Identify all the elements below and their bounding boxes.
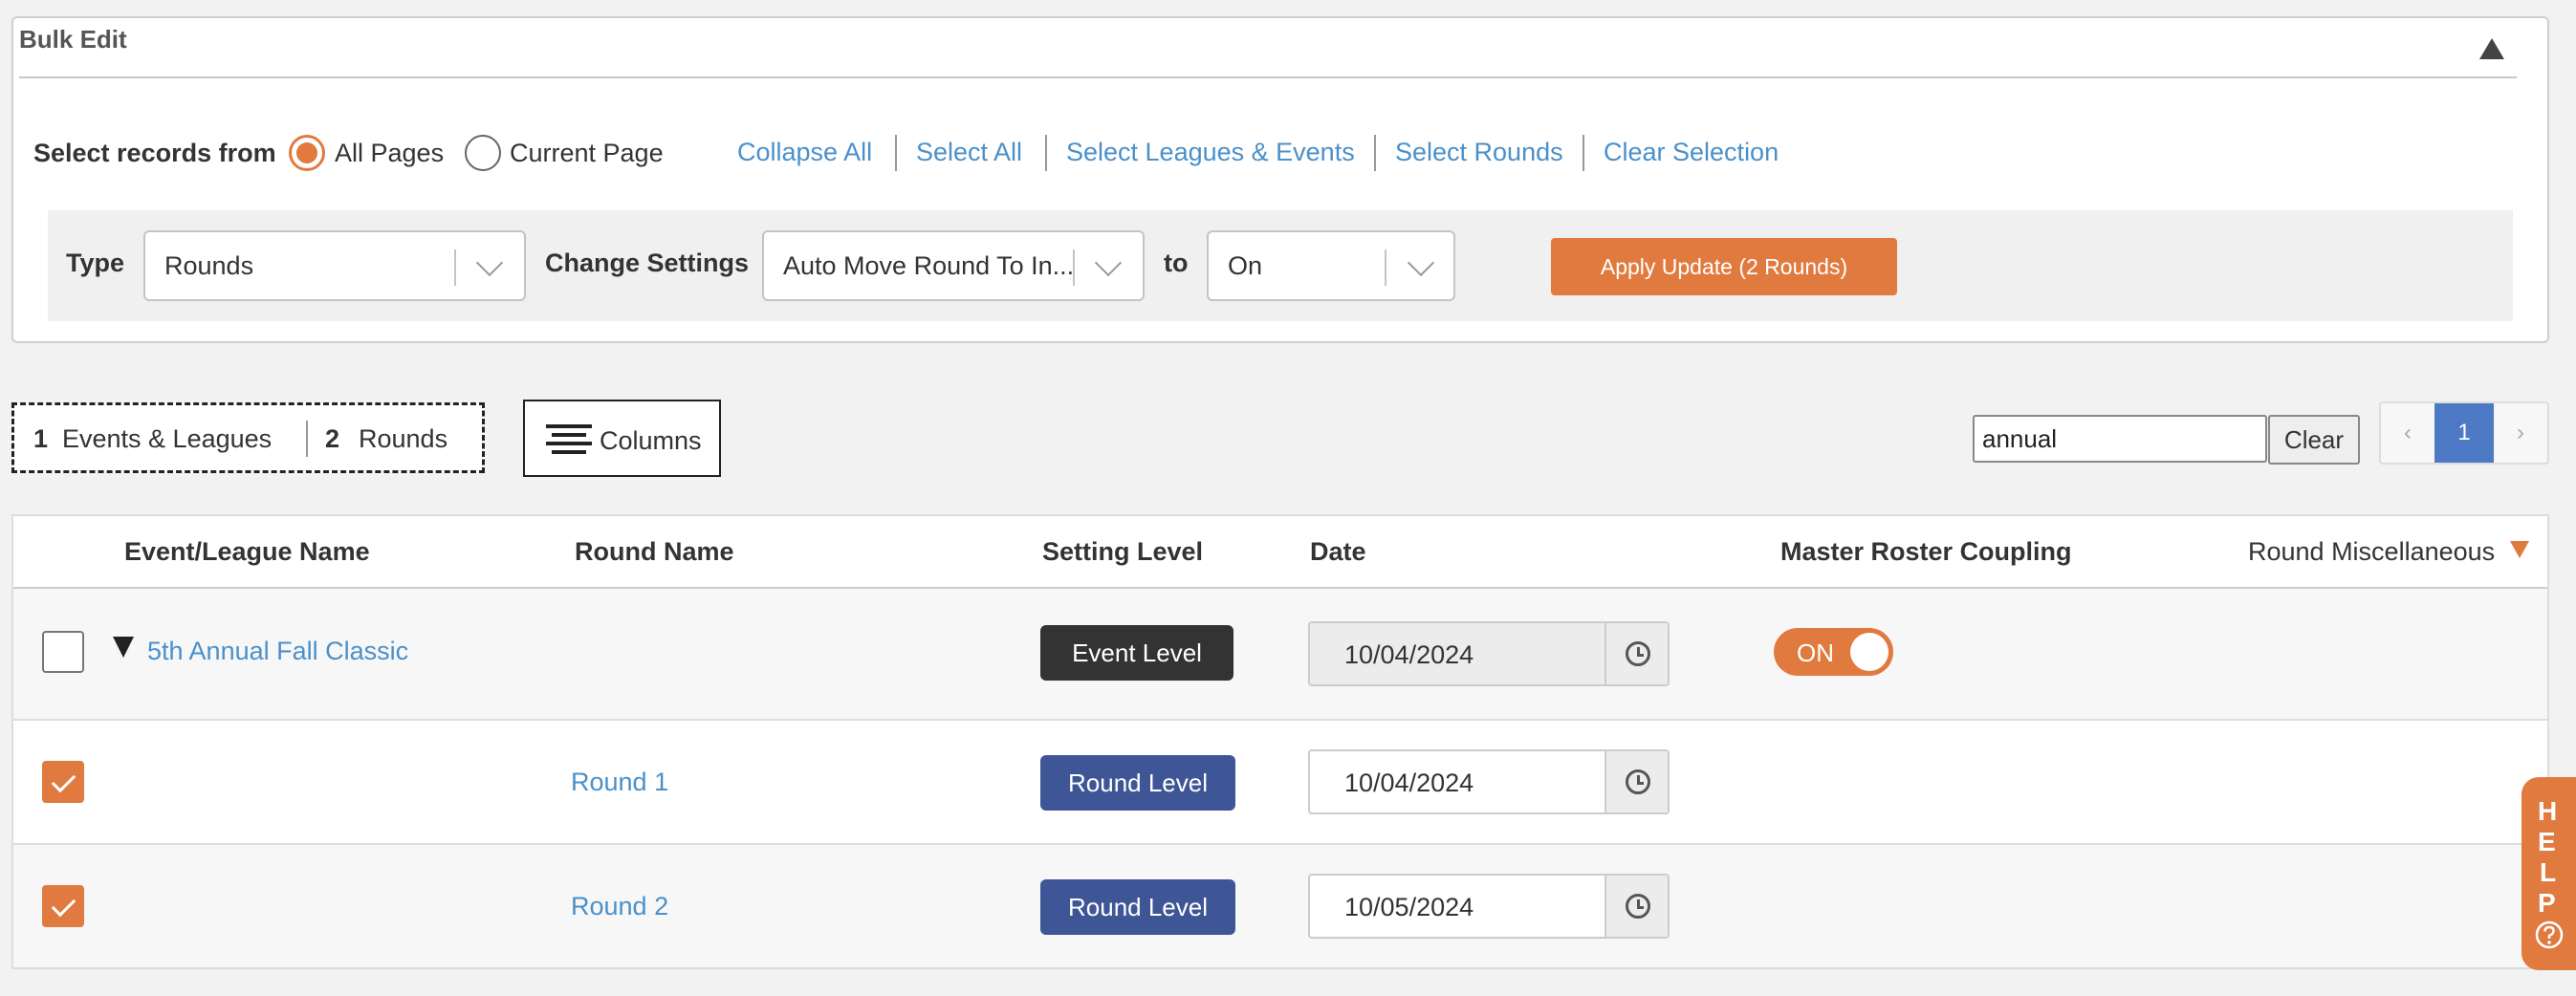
collapse-all-link[interactable]: Collapse All [737, 138, 872, 167]
prev-page-button[interactable]: ‹ [2381, 403, 2434, 463]
toggle-label: ON [1797, 639, 1834, 667]
type-select-value: Rounds [164, 251, 254, 280]
radio-all-pages-label[interactable]: All Pages [335, 139, 444, 168]
clock-button[interactable] [1605, 876, 1668, 937]
select-separator [1385, 249, 1386, 286]
link-separator [1374, 135, 1376, 171]
row-checkbox[interactable] [42, 885, 84, 927]
rounds-label: Rounds [359, 424, 448, 453]
columns-button[interactable]: Columns [523, 400, 721, 477]
select-rounds-link[interactable]: Select Rounds [1395, 138, 1563, 167]
chevron-down-icon [475, 249, 504, 277]
date-field[interactable]: 10/05/2024 [1308, 874, 1670, 939]
change-settings-select[interactable]: Auto Move Round To In... [762, 230, 1145, 301]
clock-icon [1626, 769, 1650, 794]
th-setting-level[interactable]: Setting Level [1042, 537, 1203, 567]
selection-summary: 1 Events & Leagues 2 Rounds [11, 402, 485, 473]
bulk-edit-title: Bulk Edit [19, 25, 127, 54]
rounds-count: 2 [325, 424, 340, 453]
th-round-miscellaneous[interactable]: Round Miscellaneous [2248, 537, 2495, 567]
search-input[interactable] [1973, 415, 2267, 463]
event-name-link[interactable]: 5th Annual Fall Classic [147, 637, 408, 666]
date-value: 10/05/2024 [1344, 893, 1474, 921]
select-separator [454, 249, 456, 286]
round-level-badge: Round Level [1040, 755, 1235, 811]
radio-current-page[interactable] [465, 135, 501, 171]
summary-separator [306, 421, 308, 457]
link-separator [1583, 135, 1584, 171]
radio-all-pages[interactable] [289, 135, 325, 171]
date-field[interactable]: 10/04/2024 [1308, 749, 1670, 814]
clear-search-button[interactable]: Clear [2268, 415, 2360, 465]
to-label: to [1164, 249, 1189, 277]
type-select[interactable]: Rounds [143, 230, 526, 301]
table-row: Round 2 Round Level 10/05/2024 [13, 845, 2547, 967]
expand-triangle-icon[interactable] [113, 637, 134, 658]
divider [19, 76, 2517, 78]
clock-button[interactable] [1605, 751, 1668, 812]
round-name-link[interactable]: Round 2 [571, 892, 668, 921]
to-select[interactable]: On [1207, 230, 1455, 301]
events-count: 1 [33, 424, 49, 453]
link-separator [895, 135, 897, 171]
columns-label: Columns [600, 426, 702, 455]
clock-button[interactable] [1605, 623, 1668, 684]
collapse-triangle-icon[interactable] [2479, 38, 2504, 59]
link-separator [1045, 135, 1047, 171]
pagination: ‹ 1 › [2379, 401, 2549, 465]
dropdown-triangle-icon[interactable] [2510, 541, 2529, 558]
date-field[interactable]: 10/04/2024 [1308, 621, 1670, 686]
events-label: Events & Leagues [62, 424, 273, 453]
clock-icon [1626, 641, 1650, 666]
help-tab[interactable]: H E L P [2521, 777, 2576, 970]
help-letter: H [2538, 796, 2558, 826]
master-roster-coupling-toggle[interactable]: ON [1774, 628, 1893, 676]
th-round-name[interactable]: Round Name [575, 537, 734, 567]
round-level-badge: Round Level [1040, 879, 1235, 935]
clock-icon [1626, 894, 1650, 919]
help-letter: E [2538, 827, 2556, 856]
page-1-button[interactable]: 1 [2434, 403, 2494, 463]
chevron-down-icon [1407, 249, 1435, 277]
event-level-badge: Event Level [1040, 625, 1233, 681]
select-all-link[interactable]: Select All [916, 138, 1022, 167]
row-checkbox[interactable] [42, 631, 84, 673]
to-select-value: On [1228, 251, 1263, 280]
help-letter: L [2540, 857, 2557, 887]
next-page-button[interactable]: › [2494, 403, 2547, 463]
select-separator [1073, 249, 1075, 286]
round-name-link[interactable]: Round 1 [571, 768, 668, 797]
date-value: 10/04/2024 [1344, 769, 1474, 797]
table-row: 5th Annual Fall Classic Event Level 10/0… [13, 589, 2547, 719]
columns-lines-icon [546, 424, 592, 454]
date-value: 10/04/2024 [1344, 640, 1474, 669]
radio-current-page-label[interactable]: Current Page [510, 139, 664, 168]
question-circle-icon [2535, 920, 2564, 949]
table-row: Round 1 Round Level 10/04/2024 [13, 721, 2547, 843]
chevron-down-icon [1094, 249, 1123, 277]
apply-update-button[interactable]: Apply Update (2 Rounds) [1551, 238, 1897, 295]
th-event-league-name[interactable]: Event/League Name [124, 537, 370, 567]
select-leagues-events-link[interactable]: Select Leagues & Events [1066, 138, 1355, 167]
change-settings-label: Change Settings [545, 249, 750, 277]
events-table: Event/League Name Round Name Setting Lev… [11, 514, 2549, 969]
th-date[interactable]: Date [1310, 537, 1366, 567]
clear-selection-link[interactable]: Clear Selection [1604, 138, 1779, 167]
change-settings-value: Auto Move Round To In... [783, 251, 1072, 280]
toggle-knob [1850, 633, 1888, 671]
row-checkbox[interactable] [42, 761, 84, 803]
th-master-roster-coupling[interactable]: Master Roster Coupling [1780, 537, 2072, 567]
help-letter: P [2538, 888, 2556, 918]
type-label: Type [66, 249, 125, 277]
select-records-label: Select records from [33, 139, 276, 167]
